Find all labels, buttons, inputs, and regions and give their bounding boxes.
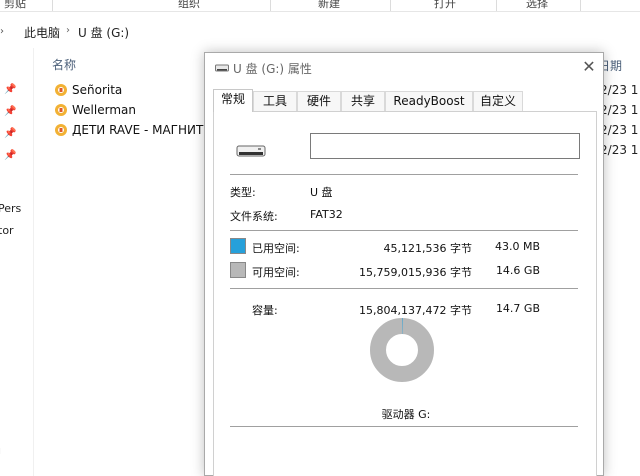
used-space-swatch bbox=[230, 238, 246, 254]
nav-item[interactable]: Pers bbox=[0, 202, 21, 215]
address-bar[interactable]: › 此电脑 › U 盘 (G:) bbox=[0, 18, 640, 46]
nav-item[interactable]: ı bbox=[0, 444, 1, 457]
tab-customize[interactable]: 自定义 bbox=[473, 91, 523, 111]
file-name: Wellerman bbox=[72, 103, 136, 117]
used-space-size: 43.0 MB bbox=[494, 240, 540, 253]
free-space-size: 14.6 GB bbox=[495, 264, 540, 277]
drive-label: 驱动器 G: bbox=[381, 408, 431, 421]
free-space-bytes: 15,759,015,936 字节 bbox=[359, 266, 472, 279]
pin-icon[interactable]: 📌 bbox=[4, 84, 16, 96]
chevron-right-icon: › bbox=[66, 25, 70, 36]
tab-sharing[interactable]: 共享 bbox=[341, 91, 385, 111]
type-value: U 盘 bbox=[310, 186, 333, 199]
divider bbox=[230, 174, 578, 175]
pin-icon[interactable]: 📌 bbox=[4, 128, 16, 140]
used-space-bytes: 45,121,536 字节 bbox=[383, 242, 472, 255]
tab-general[interactable]: 常规 bbox=[213, 89, 253, 112]
ribbon: 剪贴板 组织 新建 打开 选择 bbox=[0, 0, 640, 12]
close-button[interactable]: ✕ bbox=[579, 57, 599, 77]
general-tab-panel: 类型: U 盘 文件系统: FAT32 已用空间: 45,121,536 字节 … bbox=[213, 111, 597, 476]
divider bbox=[230, 426, 578, 427]
tab-readyboost[interactable]: ReadyBoost bbox=[385, 91, 473, 111]
ribbon-group-select[interactable]: 选择 bbox=[512, 0, 562, 11]
audio-file-icon bbox=[55, 84, 67, 96]
audio-file-icon bbox=[55, 124, 67, 136]
dialog-title: U 盘 (G:) 属性 bbox=[233, 62, 312, 76]
tab-tools[interactable]: 工具 bbox=[253, 91, 297, 111]
ribbon-separator bbox=[390, 0, 391, 11]
tab-strip: 常规 工具 硬件 共享 ReadyBoost 自定义 bbox=[213, 89, 597, 112]
ribbon-separator bbox=[270, 0, 271, 11]
free-space-swatch bbox=[230, 262, 246, 278]
pin-icon[interactable]: 📌 bbox=[4, 150, 16, 162]
chevron-right-icon: › bbox=[0, 26, 4, 37]
capacity-label: 容量: bbox=[252, 304, 278, 317]
usb-drive-icon bbox=[215, 64, 229, 72]
divider bbox=[230, 288, 578, 289]
ribbon-group-new[interactable]: 新建 bbox=[304, 0, 354, 11]
ribbon-group-clipboard[interactable]: 剪贴板 bbox=[0, 0, 30, 11]
capacity-bytes: 15,804,137,472 字节 bbox=[359, 304, 472, 317]
free-space-label: 可用空间: bbox=[252, 266, 300, 279]
nav-item[interactable]: tor bbox=[0, 224, 14, 237]
pin-icon[interactable]: 📌 bbox=[4, 106, 16, 118]
breadcrumb-this-pc[interactable]: 此电脑 bbox=[24, 24, 60, 41]
usb-drive-icon bbox=[236, 145, 266, 157]
breadcrumb-usb-drive[interactable]: U 盘 (G:) bbox=[78, 24, 129, 41]
file-name: Señorita bbox=[72, 83, 123, 97]
divider bbox=[230, 230, 578, 231]
file-system-value: FAT32 bbox=[310, 208, 343, 221]
ribbon-group-open[interactable]: 打开 bbox=[420, 0, 470, 11]
column-header-name[interactable]: 名称 bbox=[52, 56, 76, 73]
audio-file-icon bbox=[55, 104, 67, 116]
file-system-label: 文件系统: bbox=[230, 210, 278, 223]
ribbon-separator bbox=[496, 0, 497, 11]
ribbon-separator bbox=[580, 0, 581, 11]
navigation-pane: 📌 📌 📌 📌 Pers tor ı bbox=[0, 48, 34, 476]
tab-hardware[interactable]: 硬件 bbox=[297, 91, 341, 111]
drive-name-input[interactable] bbox=[310, 133, 580, 159]
ribbon-separator bbox=[52, 0, 53, 11]
type-label: 类型: bbox=[230, 186, 256, 199]
disk-usage-donut bbox=[370, 318, 434, 382]
properties-dialog: U 盘 (G:) 属性 ✕ 常规 工具 硬件 共享 ReadyBoost 自定义… bbox=[204, 52, 604, 476]
ribbon-group-organize[interactable]: 组织 bbox=[164, 0, 214, 11]
used-space-label: 已用空间: bbox=[252, 242, 300, 255]
capacity-size: 14.7 GB bbox=[495, 302, 540, 315]
